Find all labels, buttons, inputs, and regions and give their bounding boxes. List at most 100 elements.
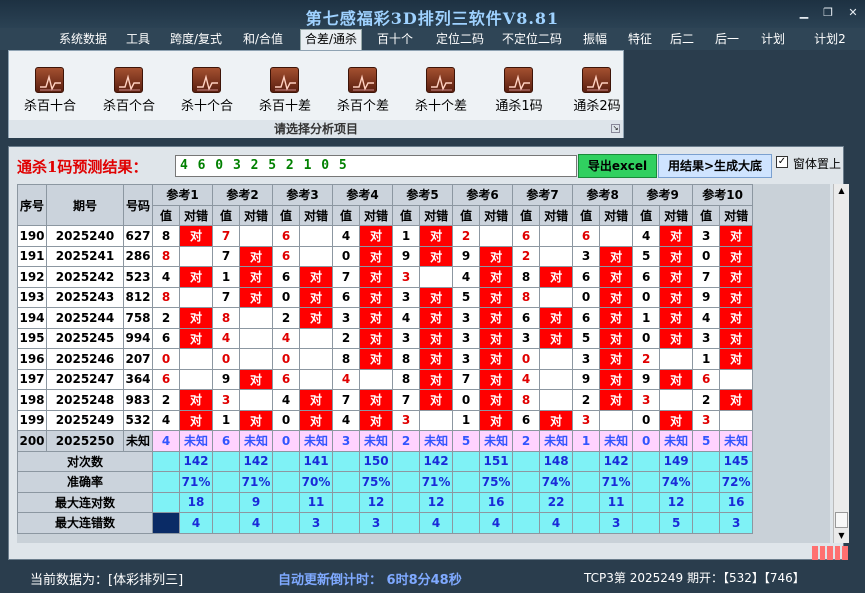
value-cell: 3 bbox=[692, 225, 721, 247]
menu-item[interactable]: 后二 bbox=[664, 30, 700, 48]
summary-value: 9 bbox=[239, 491, 274, 513]
issue-header[interactable]: 期号 bbox=[46, 184, 124, 226]
table-row[interactable]: 195 2025245 994 6 对 4 4 2 对 3 对 3 对 3 对 5 对 0 对 3 对 bbox=[17, 327, 754, 349]
menu-item[interactable]: 计划 bbox=[755, 30, 791, 48]
summary-spacer bbox=[212, 471, 241, 493]
table-row[interactable]: 197 2025247 364 6 9 对 6 4 8 对 7 对 4 9 对 9 对 6 bbox=[17, 368, 754, 390]
value-cell: 5 bbox=[452, 430, 481, 452]
result-mark-cell: 对 bbox=[479, 409, 514, 431]
menu-item[interactable]: 不定位二码 bbox=[497, 30, 567, 48]
minimize-icon[interactable]: ▁ bbox=[796, 6, 812, 20]
ribbon-button-label: 杀百十合 bbox=[23, 99, 76, 114]
ribbon-button[interactable]: 杀十个合 bbox=[174, 67, 240, 117]
menu-item[interactable]: 系统数据 bbox=[52, 30, 114, 48]
summary-spacer bbox=[272, 491, 301, 513]
mark-subheader: 对错 bbox=[479, 204, 514, 226]
ribbon-button[interactable]: 杀百十合 bbox=[17, 67, 83, 117]
table-row[interactable]: 191 2025241 286 8 7 对 6 0 对 9 对 9 对 2 3 对 5 对 0 对 bbox=[17, 245, 754, 267]
scroll-down-icon[interactable]: ▼ bbox=[834, 529, 849, 543]
value-subheader: 值 bbox=[392, 204, 421, 226]
scrollbar-thumb[interactable] bbox=[835, 512, 848, 528]
result-mark-cell bbox=[599, 409, 634, 431]
value-cell: 1 bbox=[572, 430, 601, 452]
summary-value: 142 bbox=[419, 450, 454, 472]
value-cell: 3 bbox=[392, 409, 421, 431]
summary-spacer bbox=[272, 471, 301, 493]
result-mark-cell: 对 bbox=[359, 409, 394, 431]
value-cell: 4 bbox=[152, 266, 180, 288]
table-row[interactable]: 196 2025246 207 0 0 0 8 对 8 对 3 对 0 3 对 2 1 对 bbox=[17, 348, 754, 370]
table-row[interactable]: 194 2025244 758 2 对 8 2 对 3 对 4 对 3 对 6 对 6 对 1 对 4 对 bbox=[17, 307, 754, 329]
result-mark-cell: 对 bbox=[599, 348, 634, 370]
scroll-up-icon[interactable]: ▲ bbox=[834, 184, 849, 198]
export-excel-button[interactable]: 导出excel bbox=[578, 154, 657, 178]
reference-header[interactable]: 参考7 bbox=[512, 184, 574, 206]
value-cell: 8 bbox=[512, 286, 541, 308]
summary-spacer bbox=[512, 512, 541, 534]
table-row[interactable]: 192 2025242 523 4 对 1 对 6 对 7 对 3 4 对 8 对 6 对 6 对 7 对 bbox=[17, 266, 754, 288]
value-cell: 4 bbox=[152, 430, 180, 452]
ribbon-button[interactable]: 杀百个合 bbox=[96, 67, 162, 117]
table-row[interactable]: 199 2025249 532 4 对 1 对 0 对 4 对 3 1 对 6 对 3 0 对 3 bbox=[17, 409, 754, 431]
reference-header[interactable]: 参考4 bbox=[332, 184, 394, 206]
reference-header[interactable]: 参考3 bbox=[272, 184, 334, 206]
close-icon[interactable]: ✕ bbox=[845, 6, 861, 20]
ribbon-button[interactable]: 通杀2码 bbox=[564, 67, 630, 117]
result-mark-cell: 未知 bbox=[599, 430, 634, 452]
menu-item[interactable]: 百十个 bbox=[373, 30, 417, 48]
ribbon-button[interactable]: 通杀1码 bbox=[486, 67, 552, 117]
result-mark-cell bbox=[419, 266, 454, 288]
ribbon-caption: 请选择分析项目 bbox=[9, 120, 623, 138]
menu-item[interactable]: 后一 bbox=[709, 30, 745, 48]
reference-header[interactable]: 参考9 bbox=[632, 184, 694, 206]
prediction-result-field[interactable]: 4 6 0 3 2 5 2 1 0 5 bbox=[175, 155, 577, 177]
reference-header[interactable]: 参考2 bbox=[212, 184, 274, 206]
reference-header[interactable]: 参考8 bbox=[572, 184, 634, 206]
menu-item[interactable]: 计划2 bbox=[800, 30, 860, 48]
chart-icon bbox=[270, 67, 299, 93]
value-cell: 4 bbox=[272, 327, 301, 349]
pending-row[interactable]: 200 2025250 未知 4 未知 6 未知 0 未知 3 未知 2 未知 5 未知 2 未知 1 未知 0 未知 5… bbox=[17, 430, 754, 452]
issue-cell: 2025243 bbox=[46, 286, 124, 308]
number-cell: 758 bbox=[123, 307, 153, 329]
menu-item[interactable]: 工具 bbox=[120, 30, 156, 48]
seq-cell: 197 bbox=[17, 368, 47, 390]
reference-header[interactable]: 参考10 bbox=[692, 184, 754, 206]
value-cell: 1 bbox=[632, 307, 661, 329]
menu-item[interactable]: 振幅 bbox=[577, 30, 613, 48]
restore-icon[interactable]: ❐ bbox=[820, 6, 836, 20]
result-mark-cell: 未知 bbox=[178, 430, 214, 452]
table-row[interactable]: 198 2025248 983 2 对 3 4 对 7 对 7 对 0 对 8 2 对 3 2 对 bbox=[17, 389, 754, 411]
table-row[interactable]: 190 2025240 627 8 对 7 6 4 对 1 对 2 6 6 4 对 3 对 bbox=[17, 225, 754, 247]
ribbon-launcher-icon[interactable]: ↘ bbox=[611, 124, 620, 133]
seq-header[interactable]: 序号 bbox=[17, 184, 47, 226]
menu-item[interactable]: 定位二码 bbox=[429, 30, 491, 48]
menu-item[interactable]: 跨度/复式 bbox=[165, 30, 227, 48]
results-grid[interactable]: 序号 期号 号码 参考1 参考2 参考3 参考4 参考5 参考6 参考7 参考8 参考9 参考10 值 对错… bbox=[17, 184, 830, 543]
value-cell: 3 bbox=[392, 327, 421, 349]
window-on-top-checkbox[interactable]: ✓ bbox=[776, 156, 788, 168]
table-row[interactable]: 193 2025243 812 8 7 对 0 对 6 对 3 对 5 对 8 0 对 0 对 9 对 bbox=[17, 286, 754, 308]
menu-item[interactable]: 合差/通杀 bbox=[300, 29, 362, 50]
vertical-scrollbar[interactable]: ▲ ▼ bbox=[833, 184, 849, 543]
value-cell: 0 bbox=[272, 348, 301, 370]
result-mark-cell: 对 bbox=[359, 266, 394, 288]
summary-spacer bbox=[632, 491, 661, 513]
result-mark-cell: 对 bbox=[239, 409, 274, 431]
reference-header[interactable]: 参考6 bbox=[452, 184, 514, 206]
number-header[interactable]: 号码 bbox=[123, 184, 153, 226]
menu-item[interactable]: 特征 bbox=[622, 30, 658, 48]
issue-cell: 2025248 bbox=[46, 389, 124, 411]
generate-base-button[interactable]: 用结果>生成大底 bbox=[658, 154, 772, 178]
result-mark-cell: 对 bbox=[719, 348, 754, 370]
ribbon-button[interactable]: 杀百十差 bbox=[252, 67, 318, 117]
menu-item[interactable]: 和/合值 bbox=[238, 30, 288, 48]
ribbon-button[interactable]: 杀十个差 bbox=[408, 67, 474, 117]
ribbon-button[interactable]: 杀百个差 bbox=[330, 67, 396, 117]
reference-header[interactable]: 参考1 bbox=[151, 184, 214, 206]
mark-subheader: 对错 bbox=[239, 204, 274, 226]
value-subheader: 值 bbox=[632, 204, 661, 226]
value-cell: 6 bbox=[512, 409, 541, 431]
value-cell: 0 bbox=[212, 348, 241, 370]
reference-header[interactable]: 参考5 bbox=[392, 184, 454, 206]
